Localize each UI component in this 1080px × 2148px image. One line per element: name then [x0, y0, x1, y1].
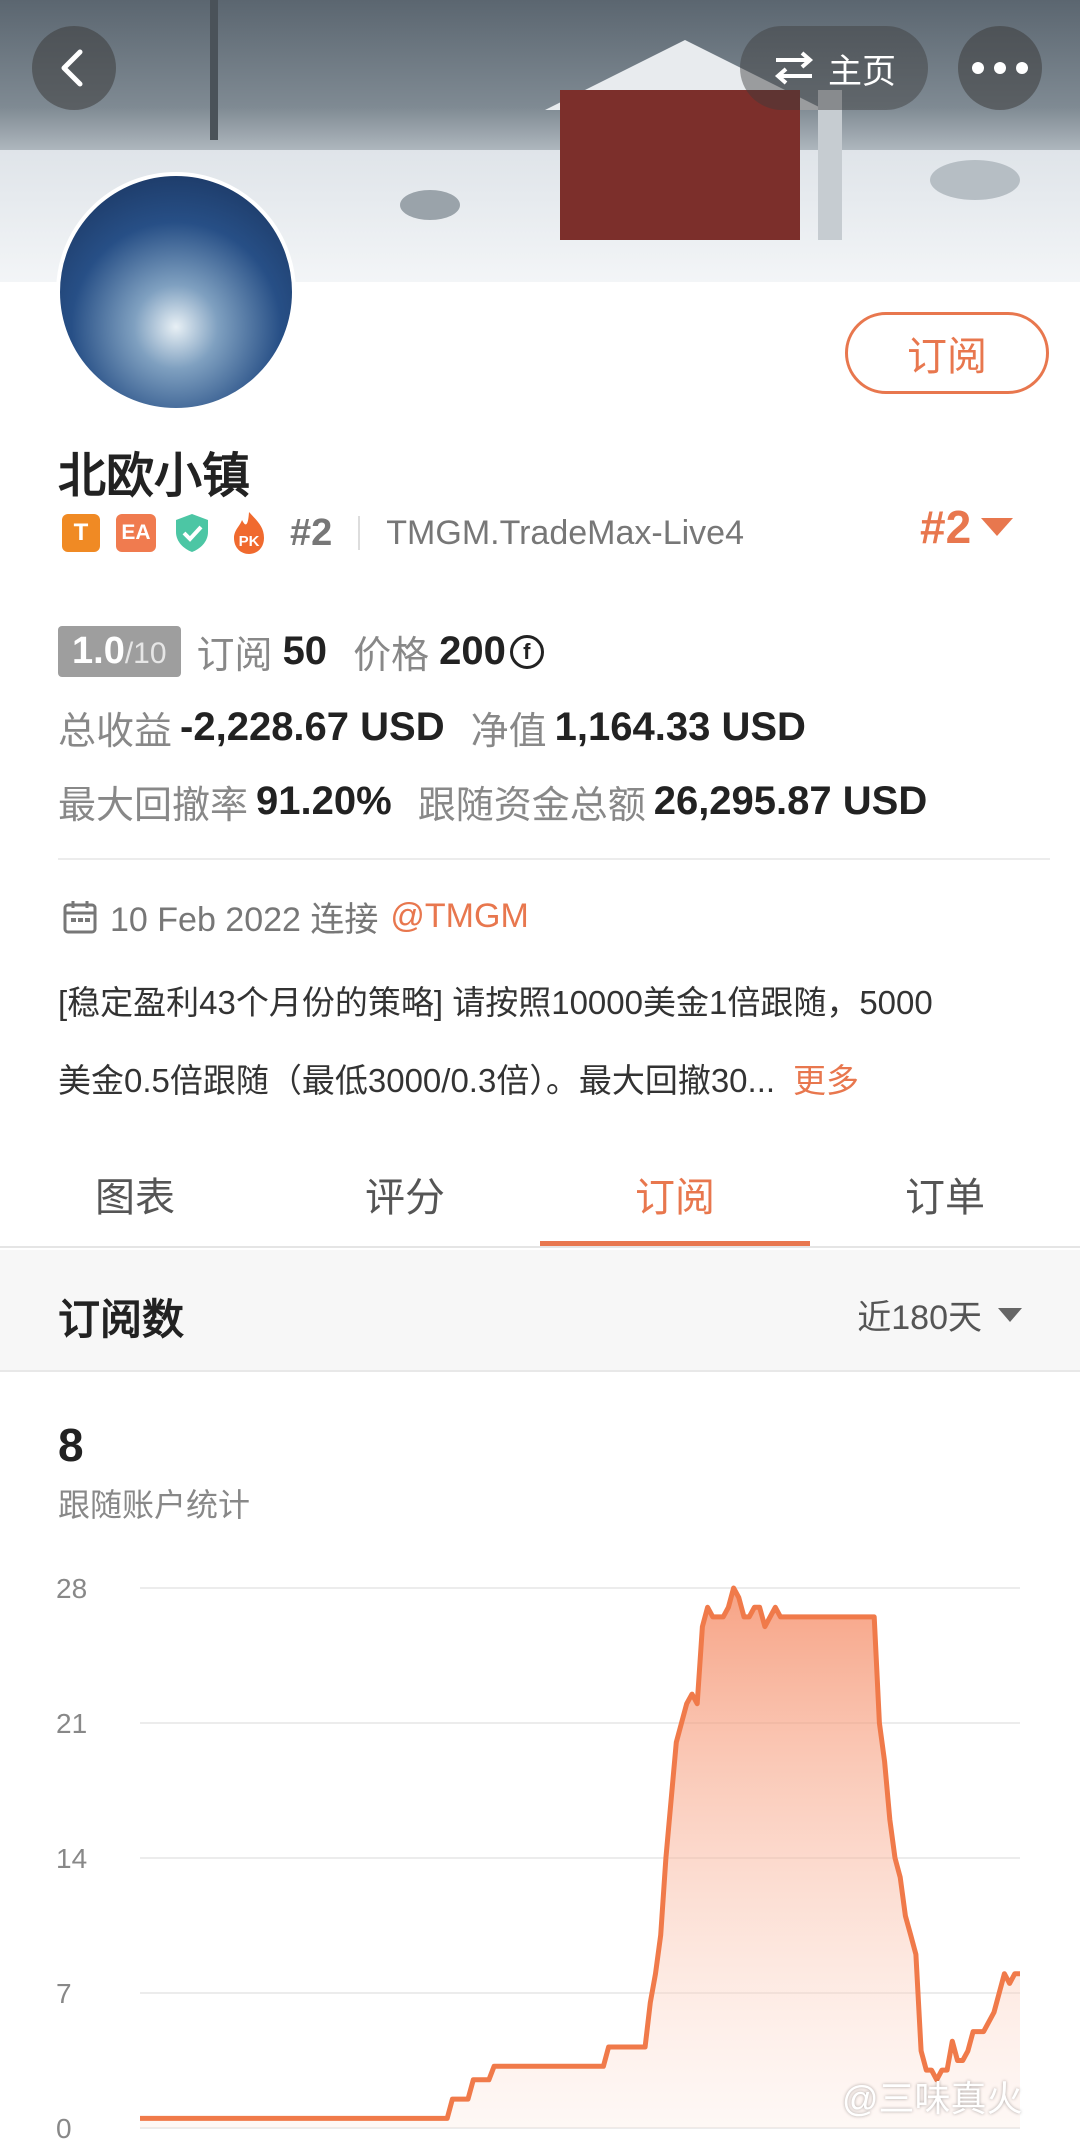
fire-icon: PK [234, 512, 264, 554]
calendar-icon [63, 900, 97, 933]
broker-link[interactable]: @TMGM [390, 897, 528, 936]
description-text: 美金0.5倍跟随（最低3000/0.3倍）。最大回撤30... [58, 1062, 776, 1099]
rank-dropdown-label: #2 [920, 501, 972, 553]
subscribe-count-label: 订阅 [196, 635, 273, 677]
tab-divider [0, 1246, 1080, 1248]
red-house [560, 90, 800, 240]
avatar[interactable] [56, 172, 296, 412]
total-profit-label: 总收益 [58, 711, 173, 753]
total-profit-value: -2,228.67 USD [180, 705, 445, 749]
subscribe-button[interactable]: 订阅 [845, 312, 1049, 394]
more-link[interactable]: 更多 [793, 1062, 859, 1099]
equity-value: 1,164.33 USD [554, 705, 806, 749]
subscribe-button-label: 订阅 [907, 335, 987, 379]
swap-icon [774, 51, 814, 85]
tab-rating[interactable]: 评分 [270, 1140, 540, 1248]
connect-date: 10 Feb 2022 连接 [110, 901, 379, 939]
max-drawdown-value: 91.20% [256, 779, 392, 823]
tab-bar: 图表 评分 订阅 订单 [0, 1140, 1080, 1248]
home-label: 主页 [828, 52, 896, 91]
shield-icon [176, 514, 208, 552]
y-tick-label: 21 [56, 1708, 87, 1739]
subscribe-count-value: 50 [282, 629, 328, 673]
follower-caption: 跟随账户统计 [58, 1487, 251, 1523]
stats-row-2: 总收益 -2,228.67 USD 净值 1,164.33 USD [58, 700, 1048, 755]
follower-count: 8 [58, 1419, 84, 1471]
more-button[interactable] [958, 26, 1042, 110]
watermark: @三味真火 [842, 2078, 1023, 2119]
divider [58, 858, 1050, 860]
subscription-chart: 0 7 14 21 28 [56, 1573, 1020, 2144]
description-line-2: 美金0.5倍跟随（最低3000/0.3倍）。最大回撤30... 更多 [58, 1054, 859, 1102]
t-badge: T [62, 514, 100, 552]
connect-row: 10 Feb 2022 连接 @TMGM [62, 892, 529, 941]
home-button[interactable]: 主页 [740, 26, 928, 110]
chevron-down-icon [998, 1307, 1022, 1322]
rank-dropdown[interactable]: #2 [920, 500, 1014, 554]
score-value: 1.0 [72, 630, 125, 672]
stats-row-3: 最大回撤率 91.20% 跟随资金总额 26,295.87 USD [58, 774, 1048, 829]
tab-subscribe[interactable]: 订阅 [540, 1140, 810, 1248]
ea-badge: EA [116, 514, 156, 552]
price-label: 价格 [353, 635, 430, 677]
chimney [818, 90, 842, 240]
follow-funds-label: 跟随资金总额 [417, 785, 646, 827]
tab-orders[interactable]: 订单 [810, 1140, 1080, 1248]
score-badge: 1.0 /10 [58, 626, 181, 677]
range-selector[interactable]: 近180天 [857, 1290, 1022, 1339]
rank-number: #2 [290, 511, 333, 554]
y-tick-label: 0 [56, 2113, 72, 2144]
equity-label: 净值 [470, 711, 547, 753]
chevron-down-icon [981, 518, 1014, 536]
strategy-name: 北欧小镇 [58, 450, 251, 503]
description-line-1: [稳定盈利43个月份的策略] 请按照10000美金1倍跟随，5000 [58, 984, 933, 1021]
server-name: TMGM.TradeMax-Live4 [386, 513, 744, 552]
section-header: 订阅数 近180天 [0, 1250, 1080, 1372]
score-max: /10 [124, 637, 167, 670]
max-drawdown-label: 最大回撤率 [58, 785, 249, 827]
rock [930, 160, 1020, 200]
pk-label: PK [239, 533, 260, 550]
back-arrow-icon [61, 49, 83, 87]
badge-row: T EA PK #2 TMGM.TradeMax-Live4 [62, 508, 744, 558]
rock [400, 190, 460, 220]
y-tick-label: 28 [56, 1573, 87, 1604]
more-dots-icon [972, 62, 1028, 74]
coin-icon: f [509, 634, 544, 669]
back-button[interactable] [32, 26, 116, 110]
range-label: 近180天 [857, 1299, 982, 1337]
section-title: 订阅数 [58, 1296, 185, 1343]
y-tick-label: 7 [56, 1978, 72, 2009]
tab-chart[interactable]: 图表 [0, 1140, 270, 1248]
follow-funds-value: 26,295.87 USD [653, 779, 928, 823]
mast [210, 0, 218, 140]
stats-row-1: 1.0 /10 订阅 50 价格 200 f [58, 624, 1048, 679]
y-tick-label: 14 [56, 1843, 87, 1874]
separator [358, 516, 361, 550]
price-value: 200 [439, 629, 506, 673]
